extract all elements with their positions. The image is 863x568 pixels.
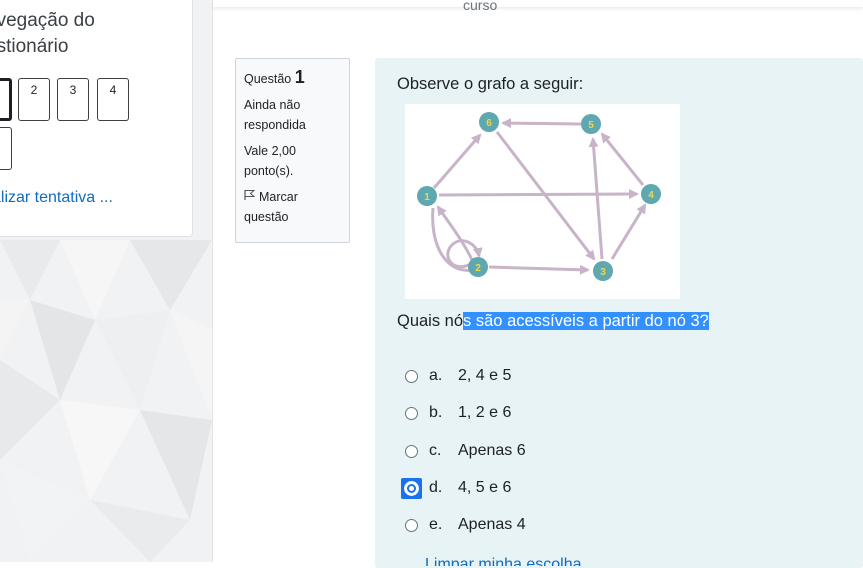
question-label: Questão [244,72,292,86]
radio-button-d-checked[interactable] [401,477,422,499]
question-number-value: 1 [294,67,305,87]
question-content-panel: Observe o grafo a seguir: 6 5 1 4 2 3 Qu… [375,58,863,568]
option-letter-b: b. [429,404,443,421]
quiz-nav-button-5[interactable] [0,127,12,170]
radio-button-a[interactable] [405,369,418,383]
question-prompt: Observe o grafo a seguir: [397,75,584,93]
answer-option-a[interactable]: a. 2, 4 e 5 [405,364,511,388]
question-text-selected: s são acessíveis a partir do nó 3? [463,312,709,330]
option-letter-d: d. [429,479,443,496]
graph-node-6: 6 [486,118,492,129]
answer-option-d[interactable]: d. 4, 5 e 6 [401,476,512,500]
question-text-plain: Quais nó [397,312,464,330]
finish-attempt-link[interactable]: alizar tentativa ... [0,189,113,207]
radio-button-b[interactable] [405,406,418,420]
graph-diagram: 6 5 1 4 2 3 [417,112,661,281]
quiz-navigation-title: avegação do estionário [0,10,95,57]
top-bar [213,0,863,7]
graph-node-4: 4 [648,190,654,201]
answer-option-e[interactable]: e. Apenas 4 [405,513,526,537]
option-text-d: 4, 5 e 6 [458,479,512,496]
quiz-nav-button-3[interactable]: 3 [57,78,89,121]
answer-option-b[interactable]: b. 1, 2 e 6 [405,401,511,425]
option-letter-e: e. [429,516,443,533]
course-label: curso [463,0,498,13]
quiz-nav-button-1[interactable] [0,78,12,121]
flag-question-link[interactable]: Marcar questão [244,187,341,227]
graph-node-2: 2 [475,263,481,274]
question-info-box: Questão 1 Ainda não respondida Vale 2,00… [235,58,350,243]
graph-node-3: 3 [600,267,606,278]
option-text-c: Apenas 6 [458,442,526,459]
option-text-a: 2, 4 e 5 [458,367,512,384]
radio-button-c[interactable] [405,444,418,458]
answer-option-c[interactable]: c. Apenas 6 [405,439,526,463]
radio-button-e[interactable] [405,518,418,532]
question-number: Questão 1 [244,67,341,89]
graph-image: 6 5 1 4 2 3 [405,104,680,299]
option-letter-a: a. [429,367,443,384]
graph-nodes: 6 5 1 4 2 3 [417,112,661,281]
graph-node-5: 5 [588,120,594,131]
clear-choice-link[interactable]: Limpar minha escolha [425,556,595,566]
question-grade: Vale 2,00 ponto(s). [244,144,296,178]
left-divider [212,0,213,562]
quiz-nav-button-4[interactable]: 4 [97,78,129,121]
question-text: Quais nós são acessíveis a partir do nó … [397,312,709,331]
quiz-nav-button-2[interactable]: 2 [18,78,50,121]
flag-icon [244,187,256,207]
option-letter-c: c. [429,442,442,459]
graph-node-1: 1 [424,192,430,203]
option-text-e: Apenas 4 [458,516,526,533]
question-status: Ainda não respondida [244,98,306,132]
option-text-b: 1, 2 e 6 [458,404,512,421]
